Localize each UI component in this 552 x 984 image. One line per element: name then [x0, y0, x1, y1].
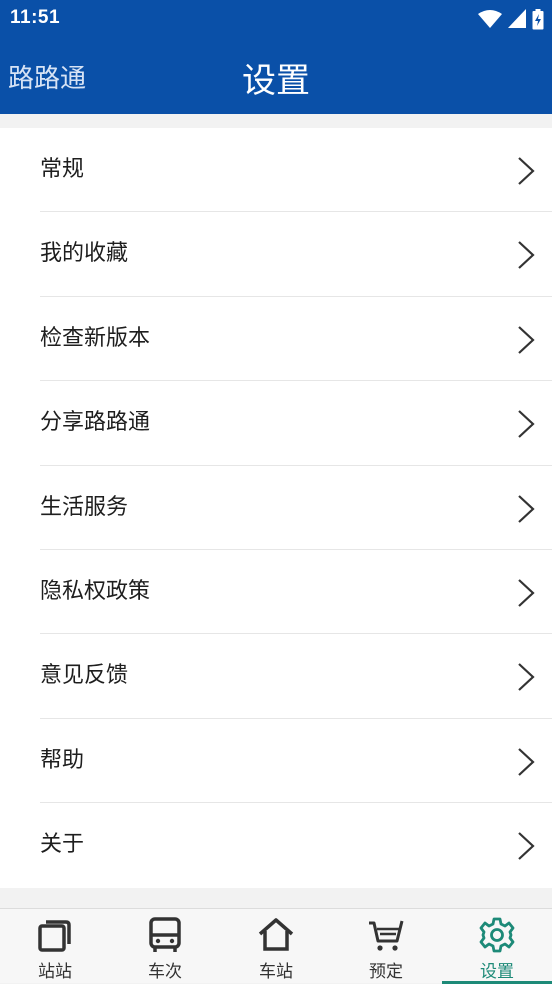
tab-label: 站站 — [38, 962, 72, 982]
settings-item-privacy[interactable]: 隐私权政策 — [0, 550, 552, 635]
battery-icon — [532, 8, 544, 29]
tab-settings[interactable]: 设置 — [442, 909, 552, 984]
signal-icon — [508, 9, 526, 28]
tab-label: 设置 — [480, 962, 514, 982]
settings-item-label: 检查新版本 — [40, 325, 151, 351]
chevron-right-icon — [518, 157, 535, 185]
tab-station-to-station[interactable]: 站站 — [0, 909, 110, 984]
settings-item-label: 我的收藏 — [40, 241, 129, 267]
chevron-right-icon — [518, 663, 535, 692]
tab-label: 车站 — [259, 962, 293, 982]
settings-item-label: 生活服务 — [40, 494, 129, 520]
tab-label: 预定 — [369, 962, 403, 982]
settings-item-favorites[interactable]: 我的收藏 — [0, 212, 552, 297]
page-title: 设置 — [242, 61, 310, 101]
cart-icon — [369, 920, 404, 951]
settings-item-label: 意见反馈 — [40, 663, 129, 689]
settings-item-label: 帮助 — [40, 747, 85, 773]
settings-item-share[interactable]: 分享路路通 — [0, 381, 552, 466]
settings-item-feedback[interactable]: 意见反馈 — [0, 634, 552, 719]
settings-item-label: 关于 — [40, 832, 85, 858]
settings-item-label: 常规 — [40, 157, 85, 182]
settings-item-help[interactable]: 帮助 — [0, 719, 552, 804]
status-bar: 11:51 — [0, 0, 552, 38]
tab-booking[interactable]: 预定 — [331, 909, 441, 984]
chevron-right-icon — [518, 241, 535, 270]
tab-trains[interactable]: 车次 — [110, 909, 220, 984]
tab-stations[interactable]: 车站 — [221, 909, 331, 984]
app-bar: 路路通 设置 — [0, 38, 552, 114]
settings-item-check-update[interactable]: 检查新版本 — [0, 297, 552, 382]
gear-icon — [479, 917, 515, 953]
home-icon — [258, 918, 294, 951]
status-time: 11:51 — [10, 7, 61, 28]
settings-item-about[interactable]: 关于 — [0, 803, 552, 887]
settings-item-general[interactable]: 常规 — [0, 128, 552, 213]
station-to-station-icon — [38, 920, 71, 952]
wifi-icon — [478, 10, 502, 28]
chevron-right-icon — [518, 579, 535, 607]
tab-label: 车次 — [148, 962, 182, 982]
chevron-right-icon — [518, 494, 535, 523]
settings-item-label: 隐私权政策 — [40, 578, 151, 604]
chevron-right-icon — [518, 747, 535, 776]
settings-list: 常规 我的收藏 检查新版本 分享路路通 生活服务 隐私权政策 意见反馈 帮助 关 — [0, 128, 552, 888]
status-icons — [478, 8, 544, 30]
chevron-right-icon — [518, 325, 535, 354]
chevron-right-icon — [518, 410, 535, 438]
settings-item-label: 分享路路通 — [40, 410, 151, 436]
settings-item-life-services[interactable]: 生活服务 — [0, 466, 552, 550]
bottom-tab-bar: 站站 车次 车站 预定 设置 — [0, 908, 552, 984]
chevron-right-icon — [518, 832, 535, 860]
bus-icon — [149, 917, 181, 952]
